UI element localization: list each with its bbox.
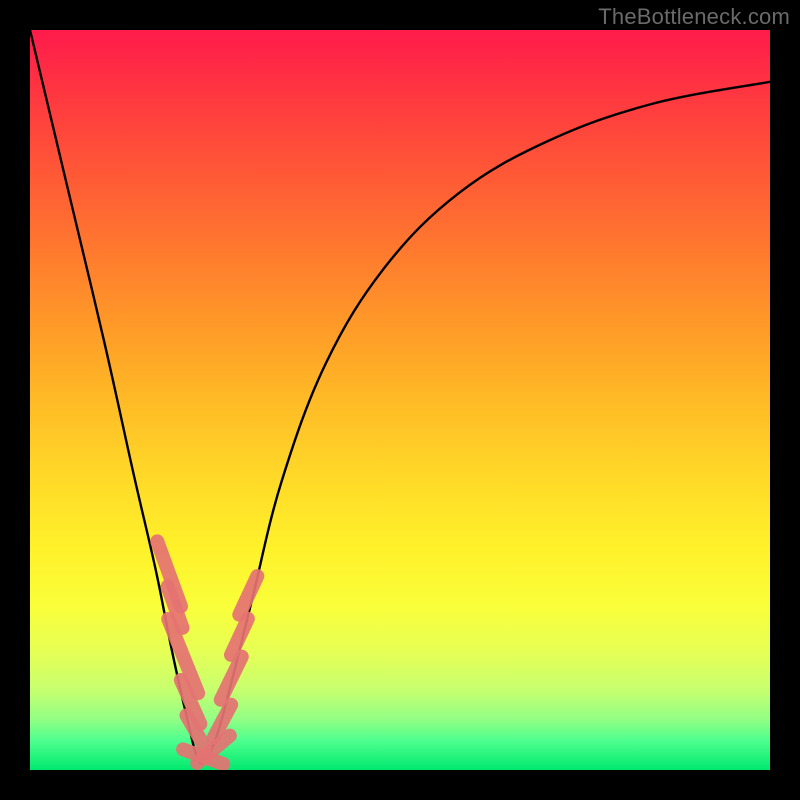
plot-area — [30, 30, 770, 770]
watermark-text: TheBottleneck.com — [598, 4, 790, 30]
chart-svg — [30, 30, 770, 770]
chart-frame: TheBottleneck.com — [0, 0, 800, 800]
marker-pill-9 — [231, 619, 248, 655]
marker-pill-10 — [239, 576, 257, 615]
marker-pill-8 — [221, 657, 242, 700]
bottleneck-curve — [30, 30, 770, 764]
